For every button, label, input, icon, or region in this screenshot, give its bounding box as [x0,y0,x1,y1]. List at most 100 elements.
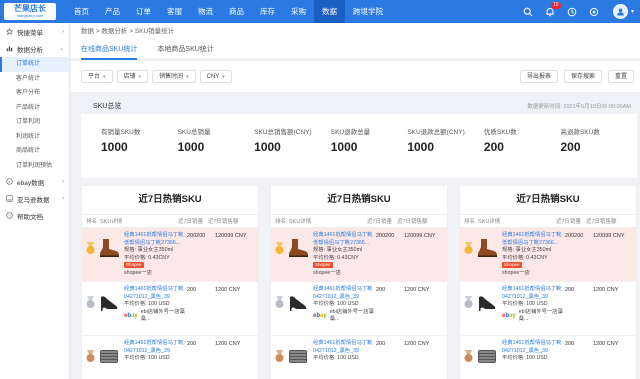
sidebar-item-profit-stats[interactable]: 利润统计 [0,130,69,145]
sidebar-group-data-analysis[interactable]: 数据分析 ⌄ [0,40,69,57]
sku-title-link[interactable]: 经典1461抵帮情侣马丁靴 [124,340,187,348]
sidebar-item-order-profit[interactable]: 订单利润 [0,115,69,130]
clock-icon[interactable] [561,0,583,23]
tab-bar: 在线商品SKU统计 本地商品SKU统计 [71,41,640,60]
sidebar-item-customer-distribution[interactable]: 客户分布 [0,86,69,101]
search-icon[interactable] [517,0,539,23]
sidebar-group-shortcuts[interactable]: 快捷菜单 › [0,23,69,40]
sidebar-item-profit-estimate[interactable]: 订单利润预估 [0,159,69,174]
sku-row[interactable]: 经典1461抵帮情侣马丁靴 低帮情侣马丁靴27366... 规格: 事业女主35… [82,228,258,282]
sku-row[interactable]: 经典1461抵帮情侣马丁靴 低帮情侣马丁靴27366... 规格: 事业女主35… [271,228,447,282]
rank-badge [274,282,286,335]
sku-spec: 平均价格: 100 USD [124,301,170,308]
shop-name: shopee一店 [124,269,152,276]
sale-time-select[interactable]: 销售时间 ▾ [152,70,196,83]
sidebar-group-amazon[interactable]: 亚马逊数据 › [0,190,69,207]
rank-badge [274,336,286,379]
sku-title-link[interactable]: 经典1461抵帮情侣马丁靴 [313,340,376,348]
nav-purchase[interactable]: 采购 [283,0,314,23]
currency-select[interactable]: CNY ▾ [199,70,232,83]
metric-value: 1000 [407,140,435,154]
chevron-down-icon: ▾ [138,74,142,80]
store-select-label: 店铺 [123,74,136,80]
action-buttons: 导出报表 保存搜索 重置 [519,70,640,83]
rank-badge [85,282,97,335]
sku-row[interactable]: 经典1461抵帮情侣马丁靴 04271012_黑色_39 平均价格: 100 U… [460,282,636,336]
product-thumbnail[interactable] [286,291,310,313]
chevron-down-icon: ▾ [186,74,189,80]
sku-spec: 平均价格: 100 USD [313,301,359,308]
sidebar-item-order-stats[interactable]: 订单统计 [0,57,69,72]
sidebar-group-help[interactable]: ? 帮助文档 [0,207,69,224]
sku-row[interactable]: 经典1461抵帮情侣马丁靴 04271012_黑色_39 平均价格: 100 U… [271,282,447,336]
chart-icon [6,46,13,52]
product-thumbnail[interactable] [97,237,121,259]
platform-select[interactable]: 平台 ▾ [81,70,113,83]
sku-row[interactable]: 经典1461抵帮情侣马丁靴 04271012_黑色_39 平均价格: 100 U… [82,336,258,379]
heel-shoe-image [479,296,496,311]
sidebar-item-product-stats[interactable]: 产品统计 [0,101,69,116]
product-thumbnail[interactable] [286,237,310,259]
nav-customer-service[interactable]: 客服 [159,0,190,23]
logo-title: 芒果店长 [14,4,46,13]
product-thumbnail[interactable] [286,345,310,367]
sku-row[interactable]: 经典1461抵帮情侣马丁靴 04271012_黑色_39 平均价格: 100 U… [271,336,447,379]
export-report-button[interactable]: 导出报表 [519,70,558,83]
sku-7d-amount: 120099 CNY [215,233,247,239]
metric-refund-amount: SKU退款总额(CNY) 1000 [407,126,484,154]
nav-home[interactable]: 首页 [66,0,97,23]
sku-spec: 规格: 事业女主350ml [124,247,174,254]
sku-title-link[interactable]: 经典1461抵帮情侣马丁靴 [313,232,376,240]
card-title: 近7日热销SKU [327,194,391,205]
product-thumbnail[interactable] [475,237,499,259]
sku-title-link[interactable]: 经典1461抵帮情侣马丁靴 [124,232,187,240]
sku-title-link[interactable]: 经典1461抵帮情侣马丁靴 [124,286,187,294]
sku-title-link[interactable]: 经典1461抵帮情侣马丁靴 [313,286,376,294]
sku-title-link[interactable]: 经典1461抵帮情侣马丁靴 [502,286,565,294]
settings-icon[interactable] [583,0,605,23]
tab-local-sku[interactable]: 本地商品SKU统计 [157,41,213,60]
silver-medal-icon [86,296,95,308]
save-search-button[interactable]: 保存搜索 [563,70,602,83]
sku-title-link[interactable]: 经典1461抵帮情侣马丁靴 [502,340,565,348]
sidebar-group-ebay[interactable]: e ebay数据 › [0,173,69,190]
shop-line: ebay ebi店铺外号一店藻桑... [124,309,187,324]
metric-value: 200 [483,140,504,154]
logo[interactable]: 芒果店长 mangoerp.com [0,0,60,23]
nav-data[interactable]: 数据 [314,0,345,23]
product-thumbnail[interactable] [475,345,499,367]
chevron-down-icon[interactable]: ▾ [631,8,634,15]
col-rank: 排名 [464,219,476,225]
bell-icon[interactable]: 10 [539,0,561,23]
sidebar-group-label: 数据分析 [17,46,43,54]
sku-title-link[interactable]: 经典1461抵帮情侣马丁靴 [502,232,565,240]
sidebar-item-goods-stats[interactable]: 商品统计 [0,144,69,159]
nav-goods[interactable]: 商品 [221,0,252,23]
nav-logistics[interactable]: 物流 [190,0,221,23]
sku-row[interactable]: 经典1461抵帮情侣马丁靴 04271012_黑色_39 平均价格: 100 U… [82,282,258,336]
nav-orders[interactable]: 订单 [128,0,159,23]
currency-select-label: CNY [206,74,220,80]
sku-7d-amount: 120099 CNY [404,233,436,239]
nav-academy[interactable]: 跨境学院 [345,0,391,23]
sidebar-item-customer-stats[interactable]: 客户统计 [0,72,69,87]
sku-row[interactable]: 经典1461抵帮情侣马丁靴 低帮情侣马丁靴27366... 规格: 事业女主35… [460,228,636,282]
store-select[interactable]: 店铺 ▾ [116,70,149,83]
product-thumbnail[interactable] [97,291,121,313]
boot-image [289,239,308,257]
metric-value: 1000 [177,140,205,154]
sku-row[interactable]: 经典1461抵帮情侣马丁靴 04271012_黑色_39 平均价格: 100 U… [460,336,636,379]
col-sku-detail: SKU详情 [100,219,123,225]
nav-inventory[interactable]: 库存 [252,0,283,23]
avatar[interactable] [612,4,628,19]
product-thumbnail[interactable] [475,291,499,313]
sku-spec: 规格: 事业女主350ml [313,247,363,254]
shop-name: shopee一店 [313,269,341,276]
product-thumbnail[interactable] [97,345,121,367]
nav-products[interactable]: 产品 [97,0,128,23]
rank-badge [274,228,286,281]
tab-online-sku[interactable]: 在线商品SKU统计 [81,41,138,60]
sku-7d-qty: 200 [565,341,575,347]
reset-button[interactable]: 重置 [607,70,634,83]
metric-label: SKU总销售额(CNY) [254,129,312,136]
